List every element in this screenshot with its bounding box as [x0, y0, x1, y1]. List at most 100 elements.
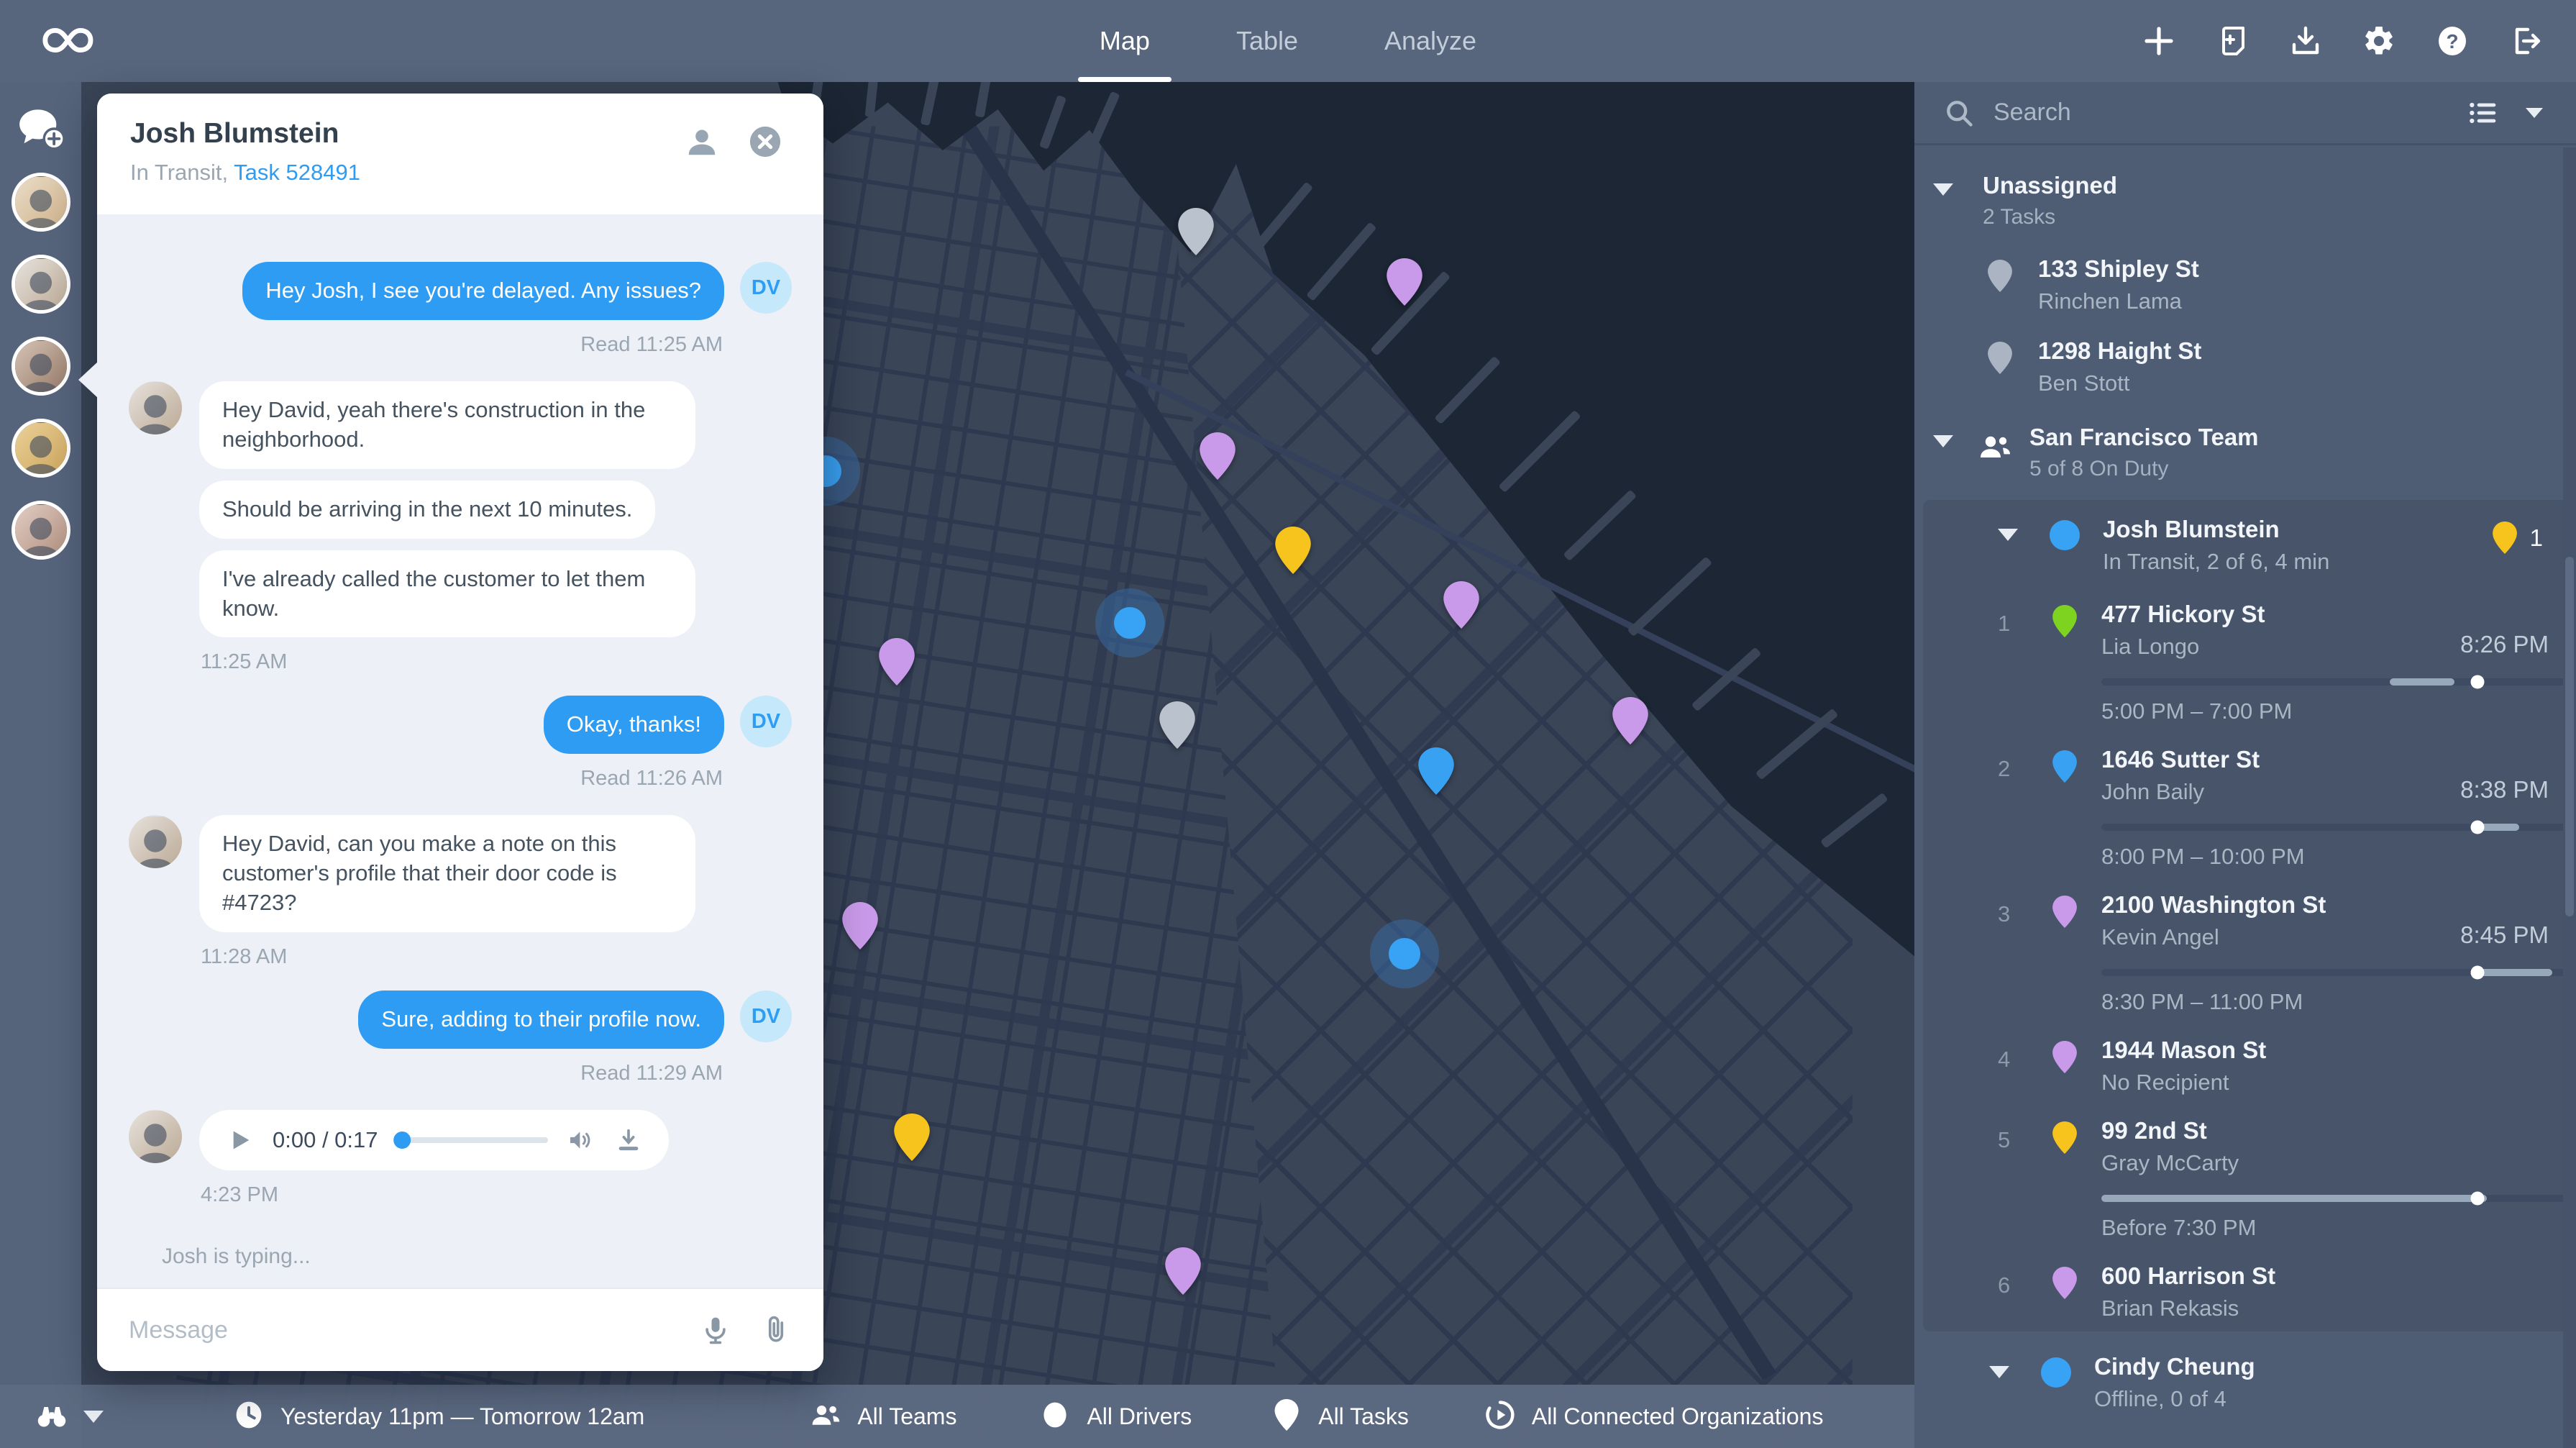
chat-rail — [0, 82, 81, 1448]
organizations-filter[interactable]: All Connected Organizations — [1484, 1399, 1824, 1434]
task-sidebar: Unassigned2 Tasks133 Shipley StRinchen L… — [1914, 82, 2576, 1448]
task-number: 2 — [1998, 756, 2010, 782]
gray-task-pin[interactable] — [1159, 701, 1195, 749]
driver-row-cindy-cheung[interactable]: Cindy CheungOffline, 0 of 4 — [1914, 1337, 2576, 1426]
driver-location-dot[interactable] — [1095, 588, 1164, 657]
task-row-4[interactable]: 41944 Mason StNo Recipient — [1923, 1025, 2569, 1106]
timeline-segment — [2477, 969, 2552, 976]
task-row-5[interactable]: 599 2nd StGray McCartyBefore 7:30 PM — [1923, 1106, 2569, 1251]
task-recipient: Gray McCarty — [2101, 1150, 2569, 1176]
driver-avatar-1[interactable] — [12, 173, 70, 232]
search-icon — [1943, 97, 1975, 129]
group-header-san-francisco-team[interactable]: San Francisco Team5 of 8 On Duty — [1914, 408, 2576, 496]
map-pier — [1627, 556, 1712, 637]
collapse-caret-icon[interactable] — [1933, 435, 1953, 447]
blue-task-pin[interactable] — [1418, 747, 1454, 795]
map-pier — [975, 82, 995, 117]
export-download-icon[interactable] — [2288, 24, 2323, 58]
timeline-now-dot — [2471, 966, 2485, 980]
gray-pin-icon — [1988, 342, 2012, 378]
driver-profile-icon[interactable] — [685, 125, 718, 158]
driver-location-dot[interactable] — [1370, 919, 1439, 988]
collapse-caret-icon[interactable] — [1998, 529, 2018, 541]
purple-task-pin[interactable] — [1612, 697, 1648, 745]
purple-task-pin[interactable] — [1200, 432, 1236, 480]
task-timeline-bar — [2101, 824, 2566, 831]
list-view-icon[interactable] — [2467, 97, 2498, 129]
import-tasks-icon[interactable] — [2215, 24, 2250, 58]
unassigned-task-row[interactable]: 133 Shipley StRinchen Lama — [1914, 244, 2576, 326]
tasks-filter[interactable]: All Tasks — [1271, 1399, 1409, 1434]
lookup[interactable] — [36, 1399, 104, 1434]
task-address: 1646 Sutter St — [2101, 746, 2569, 773]
create-task-icon[interactable] — [2142, 24, 2176, 58]
org-icon — [1484, 1399, 1516, 1434]
task-row-6[interactable]: 6600 Harrison StBrian Rekasis — [1923, 1251, 2569, 1331]
task-number: 4 — [1998, 1047, 2010, 1073]
gray-task-pin[interactable] — [1178, 208, 1214, 255]
audio-seek-slider[interactable] — [397, 1137, 548, 1143]
purple-pin-icon — [2052, 1267, 2077, 1303]
collapse-caret-icon[interactable] — [1989, 1366, 2009, 1378]
yellow-task-pin[interactable] — [1275, 527, 1311, 574]
chat-header: Josh Blumstein In Transit, Task 528491 — [97, 94, 823, 214]
task-number: 1 — [1998, 611, 2010, 637]
received-message-bubble: Should be arriving in the next 10 minute… — [199, 481, 655, 539]
group-header-unassigned[interactable]: Unassigned2 Tasks — [1914, 156, 2576, 244]
purple-task-pin[interactable] — [1165, 1247, 1201, 1295]
filter-label: All Connected Organizations — [1532, 1403, 1824, 1430]
task-row-3[interactable]: 32100 Washington StKevin Angel8:45 PM8:3… — [1923, 880, 2569, 1025]
task-recipient: Rinchen Lama — [2038, 288, 2576, 314]
task-number: 5 — [1998, 1127, 2010, 1153]
play-icon[interactable] — [225, 1126, 254, 1155]
map-pier — [1691, 647, 1762, 711]
collapse-caret-icon[interactable] — [1933, 183, 1953, 196]
message-input[interactable] — [129, 1316, 671, 1344]
clock-icon — [233, 1399, 265, 1434]
purple-task-pin[interactable] — [879, 638, 915, 686]
sign-out-icon[interactable] — [2508, 24, 2543, 58]
sort-caret-icon[interactable] — [2518, 97, 2550, 129]
task-address: 600 Harrison St — [2101, 1262, 2569, 1290]
driver-avatar-4[interactable] — [12, 419, 70, 478]
tab-table[interactable]: Table — [1236, 0, 1298, 82]
record-audio-icon[interactable] — [700, 1314, 731, 1346]
dispatcher-avatar: DV — [740, 991, 792, 1042]
attach-file-icon[interactable] — [760, 1314, 792, 1346]
driver-avatar-2[interactable] — [12, 255, 70, 314]
driver-row-josh-blumstein[interactable]: Josh BlumsteinIn Transit, 2 of 6, 4 min1 — [1923, 500, 2569, 589]
audio-message-bubble: 0:00 / 0:17 — [199, 1110, 669, 1170]
download-audio-icon[interactable] — [614, 1126, 643, 1155]
purple-task-pin[interactable] — [842, 902, 878, 950]
yellow-task-pin[interactable] — [894, 1114, 930, 1161]
close-chat-icon[interactable] — [749, 125, 782, 158]
driver-avatar-5[interactable] — [12, 501, 70, 560]
new-chat-icon[interactable] — [18, 108, 64, 150]
search-input[interactable] — [1993, 99, 2447, 127]
task-row-1[interactable]: 1477 Hickory StLia Longo8:26 PM5:00 PM –… — [1923, 589, 2569, 734]
task-link[interactable]: Task 528491 — [234, 160, 360, 185]
driver-avatar-3[interactable] — [12, 337, 70, 396]
volume-icon[interactable] — [567, 1126, 595, 1155]
chat-driver-name: Josh Blumstein — [130, 118, 823, 150]
teams-filter[interactable]: All Teams — [810, 1399, 956, 1434]
badge-count: 1 — [2530, 524, 2543, 552]
sidebar-scrollbar-thumb[interactable] — [2565, 557, 2574, 916]
drivers-filter[interactable]: All Drivers — [1039, 1399, 1192, 1434]
tab-analyze[interactable]: Analyze — [1384, 0, 1476, 82]
help-icon[interactable]: ? — [2435, 24, 2470, 58]
time-range-filter[interactable]: Yesterday 11pm — Tomorrow 12am — [233, 1399, 644, 1434]
pin-icon — [1271, 1399, 1302, 1434]
purple-task-pin[interactable] — [1387, 258, 1422, 306]
audio-seek-knob[interactable] — [393, 1131, 411, 1149]
purple-task-pin[interactable] — [1443, 581, 1479, 629]
chat-panel: Josh Blumstein In Transit, Task 528491 H… — [97, 94, 823, 1371]
map-pier — [1499, 410, 1581, 493]
tab-map[interactable]: Map — [1100, 0, 1150, 82]
unassigned-task-row[interactable]: 1298 Haight StBen Stott — [1914, 326, 2576, 408]
team-icon — [1978, 429, 2012, 464]
task-row-2[interactable]: 21646 Sutter StJohn Baily8:38 PM8:00 PM … — [1923, 734, 2569, 880]
task-address: 99 2nd St — [2101, 1117, 2569, 1144]
received-message-bubble: I've already called the customer to let … — [199, 550, 695, 638]
settings-icon[interactable] — [2362, 24, 2396, 58]
